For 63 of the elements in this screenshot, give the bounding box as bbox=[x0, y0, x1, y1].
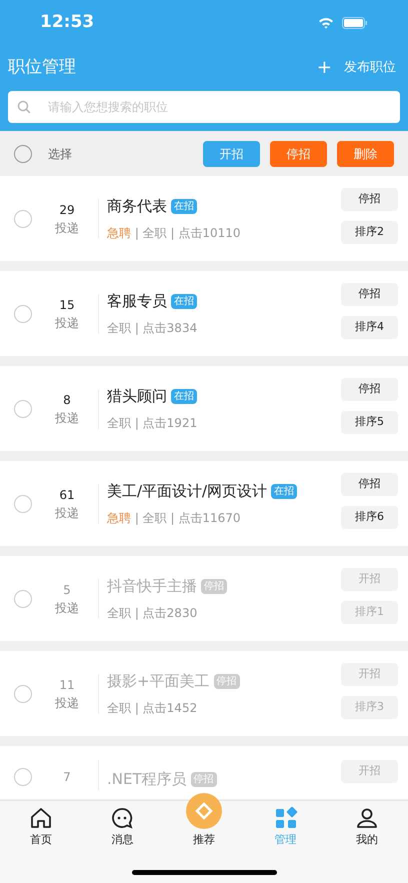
job-card[interactable]: 29 投递 商务代表 在招 急聘 | 全职 | 点击10110 停招 排序2 bbox=[0, 176, 408, 261]
checkbox[interactable] bbox=[14, 400, 32, 418]
count-label: 投递 bbox=[55, 314, 79, 332]
search-icon bbox=[17, 100, 31, 114]
person-icon bbox=[355, 806, 380, 830]
select-all-label: 选择 bbox=[48, 146, 72, 162]
status-badge: 在招 bbox=[171, 389, 197, 404]
job-meta: 急聘 | 全职 | 点击11670 bbox=[107, 510, 242, 527]
sort-button[interactable]: 排序2 bbox=[341, 221, 398, 244]
job-meta: 全职 | 点击3834 bbox=[107, 320, 198, 337]
application-count: 8 bbox=[63, 392, 71, 408]
checkbox[interactable] bbox=[14, 494, 32, 512]
recruit-toggle-button[interactable]: 停招 bbox=[341, 378, 398, 401]
recruit-toggle-button[interactable]: 停招 bbox=[341, 473, 398, 496]
application-count: 15 bbox=[59, 296, 75, 314]
application-count: 11 bbox=[59, 676, 75, 694]
job-meta: 急聘 | 全职 | 点击10110 bbox=[107, 224, 242, 242]
wifi-icon bbox=[318, 16, 334, 28]
checkbox[interactable] bbox=[14, 304, 32, 322]
recruit-toggle-button[interactable]: 停招 bbox=[341, 283, 398, 306]
job-meta: 全职 | 点击2830 bbox=[107, 604, 198, 622]
status-badge: 在招 bbox=[171, 294, 197, 309]
count-label: 投递 bbox=[55, 220, 79, 236]
page-title: 职位管理 bbox=[8, 56, 76, 80]
battery-icon bbox=[342, 16, 368, 28]
checkbox[interactable] bbox=[14, 590, 32, 608]
home-icon bbox=[28, 806, 53, 830]
job-title: 客服专员 bbox=[107, 291, 167, 312]
count-label: 投递 bbox=[55, 600, 79, 616]
count-label: 投递 bbox=[55, 504, 79, 522]
job-title: 抖音快手主播 bbox=[107, 576, 197, 598]
application-count: 7 bbox=[63, 769, 71, 786]
checkbox[interactable] bbox=[14, 684, 32, 702]
checkbox[interactable] bbox=[14, 144, 32, 162]
job-title: 商务代表 bbox=[107, 196, 167, 218]
application-count: 5 bbox=[63, 582, 71, 598]
sort-button[interactable]: 排序5 bbox=[341, 411, 398, 434]
status-badge: 在招 bbox=[171, 199, 197, 214]
sort-button[interactable]: 排序6 bbox=[341, 506, 398, 529]
job-card[interactable]: 61 投递 美工/平面设计/网页设计 在招 急聘 | 全职 | 点击11670 停招 排序6 bbox=[0, 461, 408, 546]
application-count: 29 bbox=[59, 202, 75, 218]
checkbox[interactable] bbox=[14, 768, 32, 786]
job-title: 摄影+平面美工 bbox=[107, 671, 210, 692]
grid-icon bbox=[274, 806, 298, 830]
recruit-toggle-button[interactable]: 停招 bbox=[341, 188, 398, 211]
count-label: 投递 bbox=[55, 410, 79, 426]
count-label: 投递 bbox=[55, 694, 79, 712]
tab[interactable]: 消息 bbox=[82, 800, 164, 850]
search-field[interactable]: 请输入您想搜索的职位 bbox=[8, 91, 400, 123]
tab[interactable]: 我的 bbox=[326, 800, 408, 850]
job-title: 猎头顾问 bbox=[107, 386, 167, 408]
job-title: 美工/平面设计/网页设计 bbox=[107, 481, 268, 502]
status-time: 12:53 bbox=[40, 10, 94, 34]
job-meta: 全职 | 点击1921 bbox=[107, 414, 198, 432]
chat-bubble-icon bbox=[110, 806, 134, 830]
status-badge: 在招 bbox=[271, 484, 298, 499]
sort-button[interactable]: 排序4 bbox=[341, 316, 398, 339]
job-card[interactable]: 8 投递 猎头顾问 在招 全职 | 点击1921 停招 排序5 bbox=[0, 366, 408, 451]
job-card[interactable]: 15 投递 客服专员 在招 全职 | 点击3834 停招 排序4 bbox=[0, 271, 408, 356]
tab[interactable]: 首页 bbox=[0, 800, 82, 850]
application-count: 61 bbox=[59, 486, 75, 504]
checkbox[interactable] bbox=[14, 210, 32, 228]
job-meta: 全职 | 点击1452 bbox=[107, 700, 198, 717]
